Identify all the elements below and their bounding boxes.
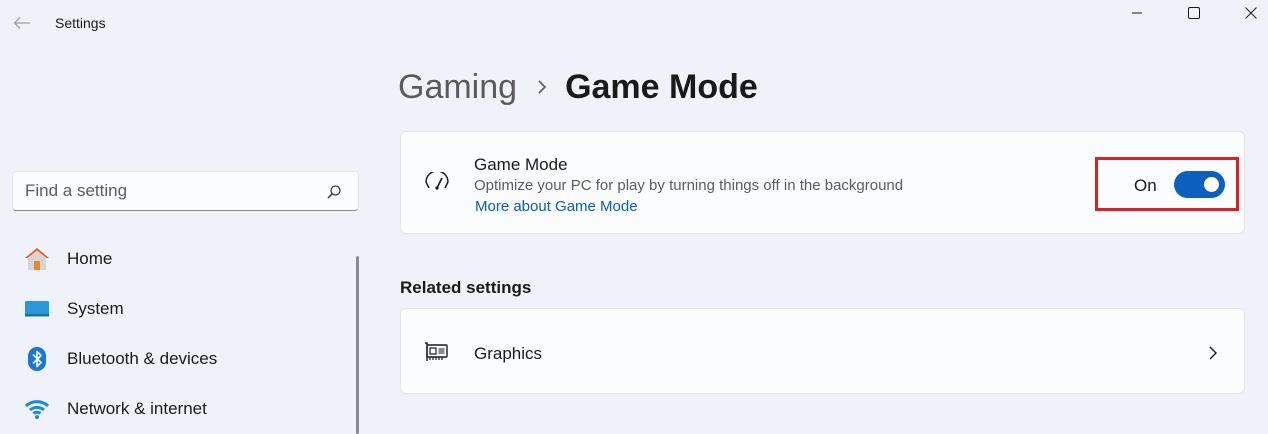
sidebar-item-label: Bluetooth & devices [67, 349, 218, 368]
minimize-icon [1131, 12, 1142, 14]
search-box [12, 171, 359, 211]
toggle-knob [1204, 177, 1219, 192]
more-about-game-mode-link[interactable]: More about Game Mode [475, 198, 638, 215]
chevron-right-icon [1209, 346, 1217, 360]
minimize-button[interactable] [1108, 0, 1165, 26]
graphics-label: Graphics [474, 344, 543, 363]
title-bar: Settings [0, 0, 1268, 46]
sidebar-item-system[interactable]: System [14, 287, 344, 331]
back-arrow-icon [13, 17, 30, 29]
game-mode-gauge-icon [425, 172, 449, 190]
sidebar-item-label: Network & internet [67, 399, 207, 418]
search-icon[interactable] [326, 184, 342, 200]
related-settings-heading: Related settings [400, 278, 532, 297]
close-icon [1244, 7, 1257, 19]
search-input[interactable] [25, 172, 325, 210]
maximize-icon [1187, 7, 1200, 19]
system-icon [23, 295, 51, 323]
game-mode-title: Game Mode [474, 155, 568, 174]
sidebar-item-label: System [67, 299, 124, 318]
game-mode-description: Optimize your PC for play by turning thi… [474, 177, 904, 194]
maximize-button[interactable] [1165, 0, 1222, 26]
back-button[interactable] [6, 9, 38, 37]
breadcrumb: Gaming Game Mode [398, 64, 758, 110]
home-icon [23, 245, 51, 273]
chevron-right-icon [537, 79, 547, 95]
game-mode-card: Game Mode Optimize your PC for play by t… [400, 131, 1245, 234]
graphics-card[interactable]: Graphics [400, 308, 1245, 394]
sidebar-item-home[interactable]: Home [14, 237, 344, 281]
sidebar-item-bluetooth[interactable]: Bluetooth & devices [14, 337, 344, 381]
app-title: Settings [55, 15, 106, 31]
bluetooth-icon [23, 345, 51, 373]
sidebar-scrollbar[interactable] [356, 256, 359, 434]
page-title: Game Mode [565, 67, 758, 106]
graphics-card-icon [425, 342, 448, 361]
sidebar-item-label: Home [67, 249, 113, 268]
toggle-state-label: On [1134, 176, 1157, 195]
breadcrumb-parent-gaming[interactable]: Gaming [398, 68, 517, 107]
sidebar-nav: Home System Bluetooth & devices Network … [14, 237, 344, 434]
sidebar-item-network[interactable]: Network & internet [14, 387, 344, 431]
game-mode-toggle[interactable] [1174, 171, 1225, 198]
network-icon [23, 395, 51, 423]
close-button[interactable] [1222, 0, 1268, 26]
